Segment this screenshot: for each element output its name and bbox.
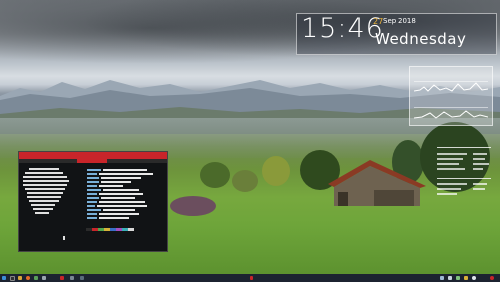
desktop: 15:46 27 Sep 2018 Wednesday bbox=[0, 0, 500, 282]
sysinfo-key bbox=[87, 209, 101, 211]
stats-bar bbox=[437, 188, 461, 190]
sysinfo-key bbox=[87, 173, 97, 175]
sysinfo-key bbox=[87, 205, 95, 207]
terminal-tab-active[interactable] bbox=[77, 159, 107, 163]
notification-icon[interactable] bbox=[464, 276, 468, 280]
ascii-logo-line bbox=[25, 172, 63, 174]
tree-cluster bbox=[232, 170, 258, 192]
clock-widget: 15:46 27 Sep 2018 Wednesday bbox=[296, 13, 497, 55]
sysinfo-value bbox=[101, 177, 141, 179]
terminal-icon[interactable] bbox=[10, 276, 15, 281]
sysinfo-value bbox=[103, 209, 135, 211]
clock-year: 2018 bbox=[398, 17, 416, 25]
window-task-icon[interactable] bbox=[70, 276, 74, 280]
ascii-logo-line bbox=[35, 212, 49, 214]
sysinfo-key bbox=[87, 213, 97, 215]
settings-icon[interactable] bbox=[42, 276, 46, 280]
stats-bar bbox=[437, 168, 465, 170]
taskbar bbox=[0, 274, 500, 282]
cpu-graph-line bbox=[414, 82, 488, 92]
battery-icon[interactable] bbox=[456, 276, 460, 280]
terminal-window[interactable] bbox=[18, 151, 168, 252]
sysinfo-value bbox=[99, 201, 145, 203]
ascii-logo-line bbox=[27, 192, 63, 194]
ascii-logo-line bbox=[25, 188, 65, 190]
sysinfo-value bbox=[97, 205, 147, 207]
window-task-icon[interactable] bbox=[80, 276, 84, 280]
clock-month: Sep bbox=[383, 17, 397, 25]
tree-cluster bbox=[170, 196, 216, 216]
sysinfo-key bbox=[87, 189, 101, 191]
stats-bar bbox=[437, 158, 463, 160]
stats-bar bbox=[437, 183, 467, 185]
ascii-logo-line bbox=[33, 208, 53, 210]
sysinfo-value bbox=[99, 173, 153, 175]
window-task-icon[interactable] bbox=[60, 276, 64, 280]
terminal-tabbar[interactable] bbox=[19, 159, 167, 163]
stats-divider bbox=[437, 147, 491, 148]
sysinfo-key bbox=[87, 177, 99, 179]
editor-icon[interactable] bbox=[34, 276, 38, 280]
stats-divider bbox=[437, 178, 491, 179]
sysinfo-key bbox=[87, 201, 97, 203]
stats-bar bbox=[473, 168, 483, 170]
menu-icon[interactable] bbox=[2, 276, 6, 280]
sysinfo-value bbox=[103, 169, 147, 171]
stats-widget bbox=[437, 147, 491, 201]
power-icon[interactable] bbox=[490, 276, 494, 280]
sysinfo-key bbox=[87, 193, 97, 195]
stats-bar bbox=[473, 183, 487, 185]
sysinfo-value bbox=[99, 213, 139, 215]
sysinfo-value bbox=[99, 193, 143, 195]
tree-cluster bbox=[200, 162, 230, 188]
browser-icon[interactable] bbox=[26, 276, 30, 280]
sysinfo-key bbox=[87, 217, 97, 219]
stats-bar bbox=[473, 153, 487, 155]
stats-bar bbox=[437, 153, 467, 155]
barn bbox=[328, 160, 426, 206]
ascii-logo-line bbox=[27, 196, 61, 198]
terminal-cursor bbox=[63, 236, 65, 240]
sysinfo-value bbox=[101, 181, 131, 183]
stats-bar bbox=[473, 163, 489, 165]
clock-time: 15:46 bbox=[301, 13, 384, 44]
sysinfo-key bbox=[87, 169, 101, 171]
user-icon[interactable] bbox=[472, 276, 476, 280]
files-icon[interactable] bbox=[18, 276, 22, 280]
tree-cluster bbox=[262, 156, 290, 186]
clock-day-number: 27 bbox=[373, 17, 384, 26]
system-monitor-widget bbox=[409, 66, 493, 126]
ascii-logo-line bbox=[23, 184, 67, 186]
ascii-logo-line bbox=[29, 200, 59, 202]
ascii-logo-line bbox=[23, 180, 69, 182]
sysinfo-key bbox=[87, 181, 99, 183]
ascii-logo-line bbox=[31, 204, 55, 206]
sysinfo-key bbox=[87, 197, 99, 199]
sysinfo-value bbox=[99, 217, 129, 219]
stats-bar bbox=[437, 193, 457, 195]
palette-swatch bbox=[128, 228, 134, 231]
stats-bar bbox=[473, 188, 485, 190]
ascii-logo-line bbox=[29, 168, 59, 170]
sysinfo-value bbox=[101, 197, 135, 199]
network-graph-line bbox=[414, 110, 488, 119]
ascii-logo-line bbox=[23, 176, 67, 178]
sysinfo-value bbox=[103, 189, 139, 191]
terminal-titlebar[interactable] bbox=[19, 152, 167, 159]
sysinfo-value bbox=[99, 185, 123, 187]
sysinfo-key bbox=[87, 185, 97, 187]
workspace-indicator[interactable] bbox=[250, 276, 253, 280]
volume-icon[interactable] bbox=[448, 276, 452, 280]
stats-bar bbox=[437, 163, 459, 165]
clock-weekday: Wednesday bbox=[375, 30, 467, 48]
network-icon[interactable] bbox=[440, 276, 444, 280]
stats-bar bbox=[473, 158, 485, 160]
